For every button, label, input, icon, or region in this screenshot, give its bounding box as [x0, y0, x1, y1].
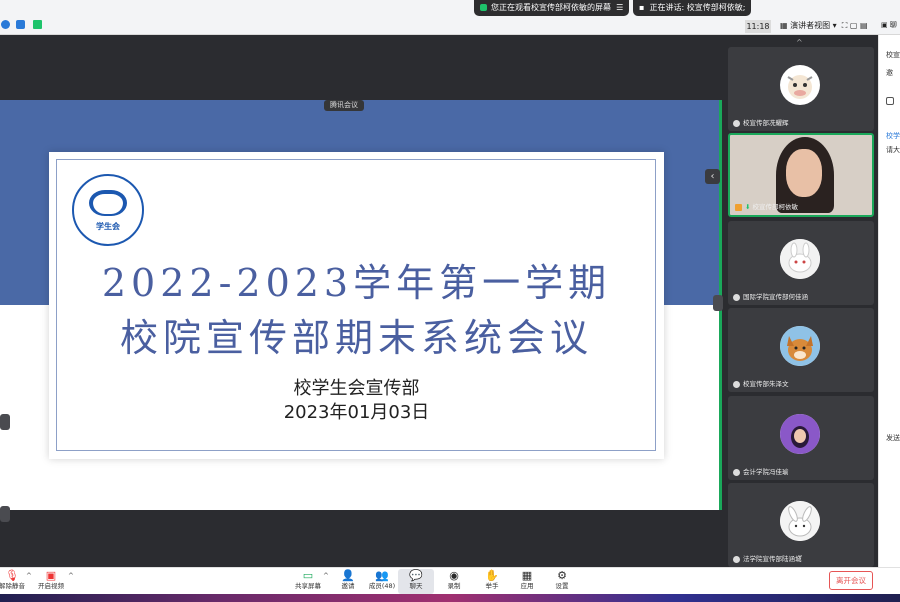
participant-panel: ^ 校宣传部冼耀辉 ⬇ 校宣传部柯依敏 国际学院宣传部何佳涵 校宣传部朱泽文 会…	[724, 35, 878, 567]
chat-icon: 💬	[409, 569, 423, 582]
apps-grid-icon: ▦	[521, 569, 533, 582]
info-icon[interactable]	[1, 20, 10, 29]
chat-sender: 校学	[886, 132, 900, 140]
share-label: 共享屏幕	[295, 582, 321, 590]
slide-title-line1: 2022-2023学年第一学期	[101, 261, 612, 305]
chat-button[interactable]: 💬 聊天	[398, 569, 434, 594]
speaking-text: 正在讲话: 校宣传部柯依敏;	[649, 3, 746, 12]
meeting-timer: 11:18	[745, 20, 771, 33]
meeting-toolbar: 🎙 解除静音 ^ ▣ 开启视频 ^ ▭ 共享屏幕 ^ 👤 邀请 👥 成员(48) 💬 聊天 …	[0, 567, 900, 594]
settings-label: 设置	[555, 582, 569, 590]
apps-button[interactable]: ▦ 应用	[509, 569, 545, 594]
participant-name: 国际学院宣传部何佳涵	[743, 293, 808, 301]
shield-icon[interactable]	[16, 20, 25, 29]
participant-tile[interactable]: 校宣传部朱泽文	[728, 308, 874, 392]
chevron-up-icon[interactable]: ^	[68, 572, 74, 580]
user-icon	[733, 293, 740, 301]
speaker-icon: ▪	[639, 3, 645, 12]
video-label: 开启视频	[38, 582, 64, 590]
screen-share-notice[interactable]: 您正在观看校宣传部柯依敏的屏幕 ☰	[474, 0, 630, 16]
view-label: 演讲者视图	[790, 21, 831, 30]
scroll-up-icon[interactable]: ^	[796, 38, 803, 47]
participant-name: 法学院宣传部陆涵城	[743, 555, 802, 563]
record-label: 录制	[447, 582, 461, 590]
chat-header-label: 聊	[889, 21, 897, 29]
participant-tile[interactable]: 校宣传部冼耀辉	[728, 47, 874, 131]
slide-subtitle-line1: 校学生会宣传部	[293, 378, 420, 399]
share-screen-button[interactable]: ▭ 共享屏幕	[290, 569, 326, 594]
logo-text: 学生会	[96, 222, 120, 231]
user-icon	[733, 555, 740, 563]
invite-icon: 👤	[341, 569, 355, 582]
chat-checkbox-icon[interactable]	[886, 97, 894, 105]
invite-button[interactable]: 👤 邀请	[330, 569, 366, 594]
share-icon	[480, 4, 487, 11]
speaker-view-button[interactable]: ▦ 演讲者视图 ▾ ⛶ ▢ ▤	[780, 19, 868, 33]
members-icon: 👥	[375, 569, 389, 582]
left-panel-tab-2[interactable]	[0, 506, 10, 522]
record-button[interactable]: ◉ 录制	[436, 569, 472, 594]
host-icon	[735, 203, 742, 211]
signal-icon[interactable]	[33, 20, 42, 29]
participant-tile[interactable]: 会计学院冯佳瑜	[728, 396, 874, 480]
slide-title-line2: 校院宣传部期末系统会议	[119, 316, 593, 360]
logo-emblem	[89, 190, 127, 216]
girl-avatar-icon	[780, 414, 820, 454]
participant-name: 校宣传部冼耀辉	[743, 119, 789, 127]
participant-name: 会计学院冯佳瑜	[743, 468, 789, 476]
rabbit-avatar-icon	[780, 239, 820, 279]
bunny-avatar-icon	[780, 501, 820, 541]
os-taskbar	[0, 594, 900, 602]
video-button[interactable]: ▣ 开启视频	[33, 569, 69, 594]
raise-hand-button[interactable]: ✋ 举手	[474, 569, 510, 594]
record-icon: ◉	[449, 569, 459, 582]
chat-panel: 校宣 邀 校学 请大 发送	[878, 35, 900, 567]
gear-icon: ⚙	[557, 569, 567, 582]
mute-label: 解除静音	[0, 582, 25, 590]
participant-tile[interactable]: 国际学院宣传部何佳涵	[728, 221, 874, 305]
chat-line: 校宣	[886, 51, 900, 59]
apps-label: 应用	[520, 582, 534, 590]
chat-header[interactable]: ▣ 聊	[881, 20, 897, 30]
collapse-chevron-icon[interactable]: ‹	[705, 169, 720, 184]
speaker-face	[786, 149, 822, 197]
dog-avatar-icon	[780, 326, 820, 366]
settings-button[interactable]: ⚙ 设置	[544, 569, 580, 594]
scroll-down-icon[interactable]: v	[798, 553, 802, 561]
chevron-up-icon[interactable]: ^	[323, 572, 329, 580]
cow-avatar-icon	[780, 65, 820, 105]
hand-icon: ✋	[485, 569, 499, 582]
window-top-bar: 11:18 ▦ 演讲者视图 ▾ ⛶ ▢ ▤	[0, 0, 900, 35]
mic-active-icon: ⬇	[745, 203, 751, 211]
members-button[interactable]: 👥 成员(48)	[364, 569, 400, 594]
user-icon	[733, 468, 740, 476]
participant-tile[interactable]: 法学院宣传部陆涵城 v	[728, 483, 874, 567]
slide-card: 学生会 2022-2023学年第一学期 校院宣传部期末系统会议 校学生会宣传部 …	[49, 152, 664, 459]
share-screen-icon: ▭	[302, 569, 314, 582]
right-panel-tab[interactable]	[713, 295, 723, 311]
slide-subtitle-line2: 2023年01月03日	[283, 402, 430, 423]
participant-tile-active[interactable]: ⬇ 校宣传部柯依敏	[728, 133, 874, 217]
left-panel-tab[interactable]	[0, 414, 10, 430]
invite-label: 邀请	[341, 582, 355, 590]
participant-name: 校宣传部柯依敏	[752, 203, 799, 211]
chat-send-label[interactable]: 发送	[886, 433, 900, 443]
raise-hand-label: 举手	[485, 582, 499, 590]
student-union-logo: 学生会	[72, 174, 144, 246]
user-icon	[733, 119, 740, 127]
chat-message: 请大	[886, 146, 900, 154]
chevron-up-icon[interactable]: ^	[26, 572, 32, 580]
chat-line: 邀	[886, 69, 893, 77]
video-off-icon: ▣	[45, 569, 57, 582]
user-icon	[733, 380, 740, 388]
chat-label: 聊天	[409, 582, 423, 590]
participant-name: 校宣传部朱泽文	[743, 380, 789, 388]
share-notice-text: 您正在观看校宣传部柯依敏的屏幕	[491, 3, 611, 12]
members-label: 成员(48)	[368, 582, 396, 590]
leave-meeting-button[interactable]: 离开会议	[829, 571, 873, 590]
speaking-notice: ▪ 正在讲话: 校宣传部柯依敏;	[633, 0, 752, 16]
tencent-meeting-pill: 腾讯会议	[324, 100, 364, 111]
